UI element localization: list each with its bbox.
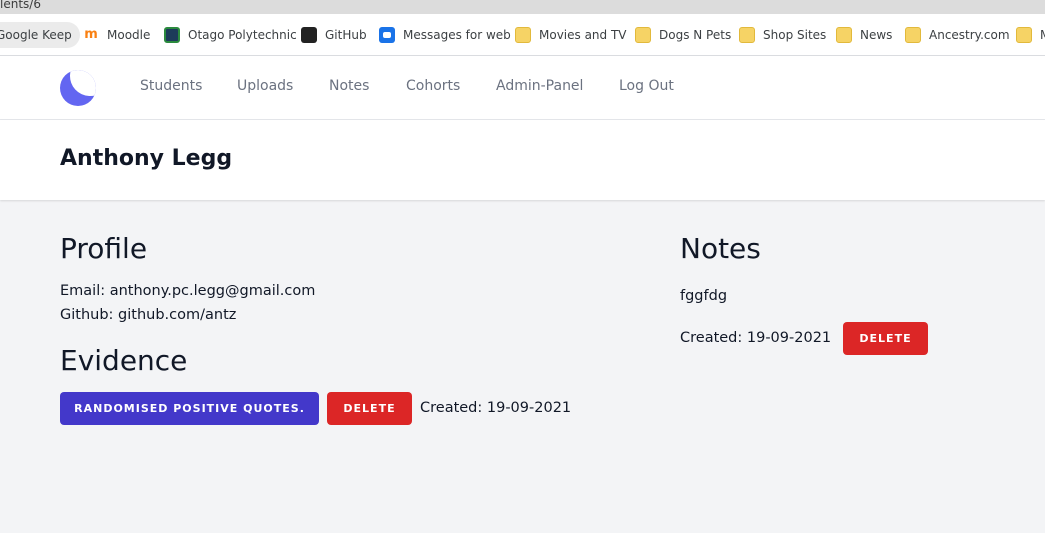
bookmark-label: M xyxy=(1040,28,1045,42)
note-text: fggfdg xyxy=(680,288,728,304)
bookmark-label: Movies and TV xyxy=(539,28,627,42)
bookmark-folder-shop-sites[interactable]: Shop Sites xyxy=(739,22,826,48)
folder-icon xyxy=(739,27,755,43)
messages-icon xyxy=(379,27,395,43)
folder-icon xyxy=(635,27,651,43)
bookmark-folder-movies-and-tv[interactable]: Movies and TV xyxy=(515,22,627,48)
profile-github: Github: github.com/antz xyxy=(60,307,237,323)
bookmark-google-keep[interactable]: Google Keep xyxy=(0,22,80,48)
otago-polytechnic-icon xyxy=(164,27,180,43)
bookmark-folder-more[interactable]: M xyxy=(1016,22,1045,48)
folder-icon xyxy=(836,27,852,43)
profile-email: Email: anthony.pc.legg@gmail.com xyxy=(60,283,316,299)
page-header: Anthony Legg xyxy=(0,120,1045,200)
evidence-created-date: Created: 19-09-2021 xyxy=(420,400,572,416)
bookmark-github[interactable]: GitHub xyxy=(301,22,367,48)
github-icon xyxy=(301,27,317,43)
nav-link-uploads[interactable]: Uploads xyxy=(237,78,293,94)
bookmark-messages-for-web[interactable]: Messages for web xyxy=(379,22,511,48)
folder-icon xyxy=(1016,27,1032,43)
bookmark-label: GitHub xyxy=(325,28,367,42)
note-created-date: Created: 19-09-2021 xyxy=(680,330,832,346)
bookmark-folder-news[interactable]: News xyxy=(836,22,892,48)
moodle-icon: m xyxy=(84,27,98,42)
bookmark-label: Otago Polytechnic xyxy=(188,28,297,42)
folder-icon xyxy=(905,27,921,43)
nav-link-admin-panel[interactable]: Admin-Panel xyxy=(496,78,583,94)
nav-link-cohorts[interactable]: Cohorts xyxy=(406,78,460,94)
bookmark-label: Ancestry.com xyxy=(929,28,1010,42)
page-title: Anthony Legg xyxy=(60,146,233,171)
bookmark-label: News xyxy=(860,28,893,42)
bookmark-label: Dogs N Pets xyxy=(659,28,732,42)
nav-link-notes[interactable]: Notes xyxy=(329,78,369,94)
evidence-delete-button[interactable]: Delete xyxy=(327,392,412,425)
main-navbar: Students Uploads Notes Cohorts Admin-Pan… xyxy=(0,56,1045,120)
note-delete-button[interactable]: Delete xyxy=(843,322,928,355)
app-logo[interactable] xyxy=(60,70,96,106)
bookmark-moodle[interactable]: m Moodle xyxy=(83,22,150,48)
bookmark-label: Moodle xyxy=(107,28,151,42)
bookmark-label: Shop Sites xyxy=(763,28,827,42)
browser-address-bar[interactable]: lents/6 xyxy=(0,0,1045,14)
bookmark-folder-dogs-n-pets[interactable]: Dogs N Pets xyxy=(635,22,731,48)
profile-heading: Profile xyxy=(60,232,148,265)
bookmarks-bar: Google Keep m Moodle Otago Polytechnic G… xyxy=(0,14,1045,56)
evidence-item-button[interactable]: Randomised positive quotes. xyxy=(60,392,319,425)
notes-heading: Notes xyxy=(680,232,761,265)
bookmark-folder-ancestry[interactable]: Ancestry.com xyxy=(905,22,1010,48)
nav-link-log-out[interactable]: Log Out xyxy=(619,78,674,94)
bookmark-otago-polytechnic[interactable]: Otago Polytechnic xyxy=(164,22,297,48)
address-bar-text: lents/6 xyxy=(0,0,41,11)
bookmark-label: Google Keep xyxy=(0,28,72,42)
folder-icon xyxy=(515,27,531,43)
evidence-heading: Evidence xyxy=(60,344,188,377)
nav-link-students[interactable]: Students xyxy=(140,78,202,94)
bookmark-label: Messages for web xyxy=(403,28,511,42)
